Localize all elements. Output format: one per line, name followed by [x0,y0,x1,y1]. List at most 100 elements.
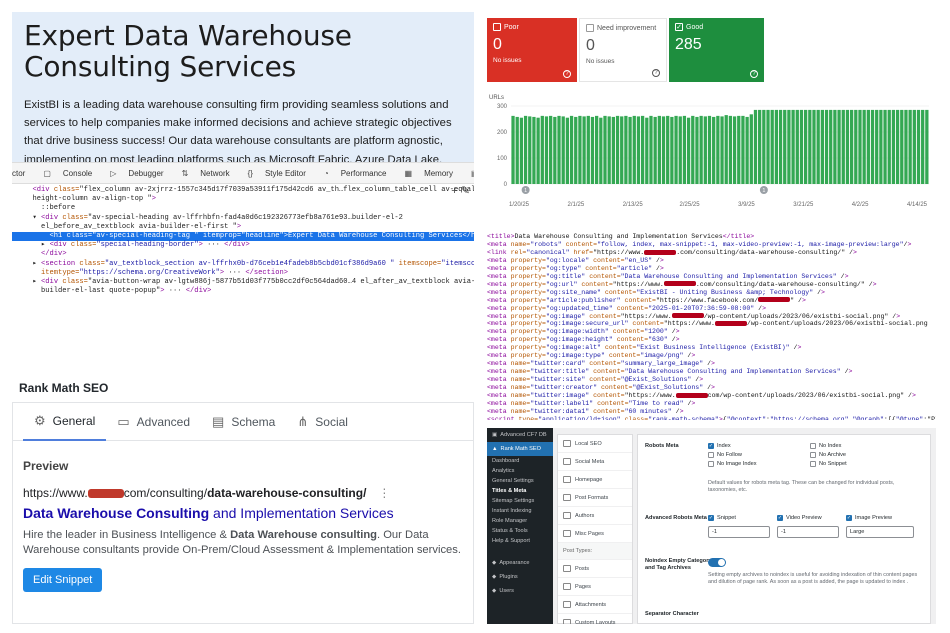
chart-bar[interactable] [565,117,570,184]
chart-bar[interactable] [649,115,653,184]
dom-node[interactable]: </div> [12,250,474,259]
chart-bar[interactable] [741,115,745,184]
dom-node[interactable]: ▸ <div class="avia-button-wrap av-lgtw88… [12,278,475,287]
chart-bar[interactable] [766,109,770,184]
chart-bar[interactable] [887,109,891,184]
settings-nav-item[interactable]: Post Formats [558,489,632,507]
chart-bar[interactable] [682,115,687,184]
chart-bar[interactable] [808,109,812,184]
chart-bar[interactable] [762,109,766,184]
robots-checkbox[interactable]: ✓ Image Preview [846,515,892,521]
wp-submenu-item[interactable]: Help & Support [487,536,553,546]
tab-general[interactable]: ⚙ General [23,403,107,441]
chart-bar[interactable] [804,109,808,184]
chart-bar[interactable] [528,116,532,184]
chart-bar[interactable] [586,115,590,184]
chart-bar[interactable] [544,116,549,184]
chart-bar[interactable] [707,115,712,184]
chart-bar[interactable] [833,109,837,184]
chart-bar[interactable] [778,109,783,184]
chart-bar[interactable] [728,115,733,184]
dom-node[interactable]: builder-el-last quote-popup"> ··· </div> [12,287,474,296]
chart-bar[interactable] [900,109,904,184]
settings-nav-item[interactable]: Misc Pages [558,525,632,543]
chart-bar[interactable] [628,116,632,184]
tab-social[interactable]: ⋔ Social [286,403,359,441]
chart-bar[interactable] [615,115,620,184]
chart-bar[interactable] [532,116,536,184]
chart-bar[interactable] [912,109,916,184]
chart-bar[interactable] [712,116,716,184]
devtools-tab[interactable]: ctor [12,169,34,178]
robots-checkbox[interactable]: ✓ Snippet [708,515,736,521]
chart-bar[interactable] [799,109,804,184]
chart-bar[interactable] [737,115,741,184]
devtools-tab[interactable]: ▢ Console [43,169,101,178]
chart-bar[interactable] [824,109,829,184]
wp-submenu-item[interactable]: Titles & Meta [487,486,553,496]
selected-dom-node[interactable]: <h1 class="av-special-heading-tag " item… [12,232,474,242]
chart-bar[interactable] [703,116,707,184]
chart-bar[interactable] [883,109,887,184]
tab-advanced[interactable]: ▭ Advanced [106,403,201,441]
chart-bar[interactable] [574,116,578,184]
chart-bar[interactable] [595,115,599,184]
robots-checkbox[interactable]: No Follow [708,452,742,458]
edit-snippet-button[interactable]: Edit Snippet [23,568,103,592]
wp-menu-item[interactable]: ◆ Appearance [487,556,553,570]
chart-bar[interactable] [519,117,524,184]
chart-bar[interactable] [916,109,921,184]
chart-bar[interactable] [657,115,661,184]
chart-bar[interactable] [569,115,574,184]
chart-bar[interactable] [645,117,649,184]
chart-bar[interactable] [866,109,870,184]
devtools-tab[interactable]: ⇅ Network [182,169,239,178]
dom-node[interactable]: ▸ <section class="av_textblock_section a… [12,260,475,269]
chart-bar[interactable] [716,115,720,184]
chart-bar[interactable] [661,116,666,184]
chart-bar[interactable] [695,116,699,184]
dom-node[interactable]: ▸ <div class="special-heading-border"> ·… [12,241,474,250]
add-node-icon[interactable]: + [451,185,457,197]
eyedropper-icon[interactable]: ✎ [461,185,470,197]
chart-bar[interactable] [891,109,896,184]
tab-schema[interactable]: ▤ Schema [201,403,286,441]
chart-bar[interactable] [829,109,833,184]
chart-bar[interactable] [732,116,737,184]
chart-bar[interactable] [862,109,866,184]
chart-bar[interactable] [691,115,695,184]
devtools-tab[interactable]: ◔ Performance [324,169,396,178]
chart-bar[interactable] [875,109,879,184]
wp-menu-item[interactable]: ▣ Advanced CF7 DB [487,428,553,442]
noindex-toggle[interactable] [708,558,726,567]
chart-bar[interactable] [753,109,758,184]
chart-bar[interactable] [699,115,703,184]
wp-submenu-item[interactable]: Analytics [487,466,553,476]
chart-bar[interactable] [511,115,515,184]
robots-checkbox[interactable]: ✓ Video Preview [777,515,822,521]
wp-submenu-item[interactable]: Dashboard [487,456,553,466]
chart-bar[interactable] [837,109,841,184]
help-icon[interactable]: ? [750,70,758,78]
chart-bar[interactable] [812,109,816,184]
settings-nav-item[interactable]: Attachments [558,596,632,614]
chart-bar[interactable] [758,109,762,184]
devtools-tab[interactable]: ▤Storage [471,169,474,178]
dom-node[interactable]: <div class="flex_column av-2xjrrz-1557c3… [12,186,474,195]
chart-bar[interactable] [921,109,925,184]
chart-bar[interactable] [636,116,641,184]
advanced-robots-input[interactable]: -1 [708,526,770,538]
chart-bar[interactable] [611,116,615,184]
chart-bar[interactable] [774,109,779,184]
chart-bar[interactable] [678,116,682,184]
card-need-improvement[interactable]: Need improvement 0 No issues ? [579,18,667,82]
chart-bar[interactable] [640,115,645,184]
card-poor[interactable]: Poor 0 No issues ? [487,18,577,82]
chart-bar[interactable] [603,115,607,184]
card-good[interactable]: ✓ Good 285 ? [669,18,764,82]
devtools-tab[interactable]: {} Style Editor [248,169,315,178]
chart-bar[interactable] [670,116,674,184]
wp-submenu-item[interactable]: Role Manager [487,516,553,526]
chart-bar[interactable] [620,116,624,184]
chart-bar[interactable] [653,116,657,184]
